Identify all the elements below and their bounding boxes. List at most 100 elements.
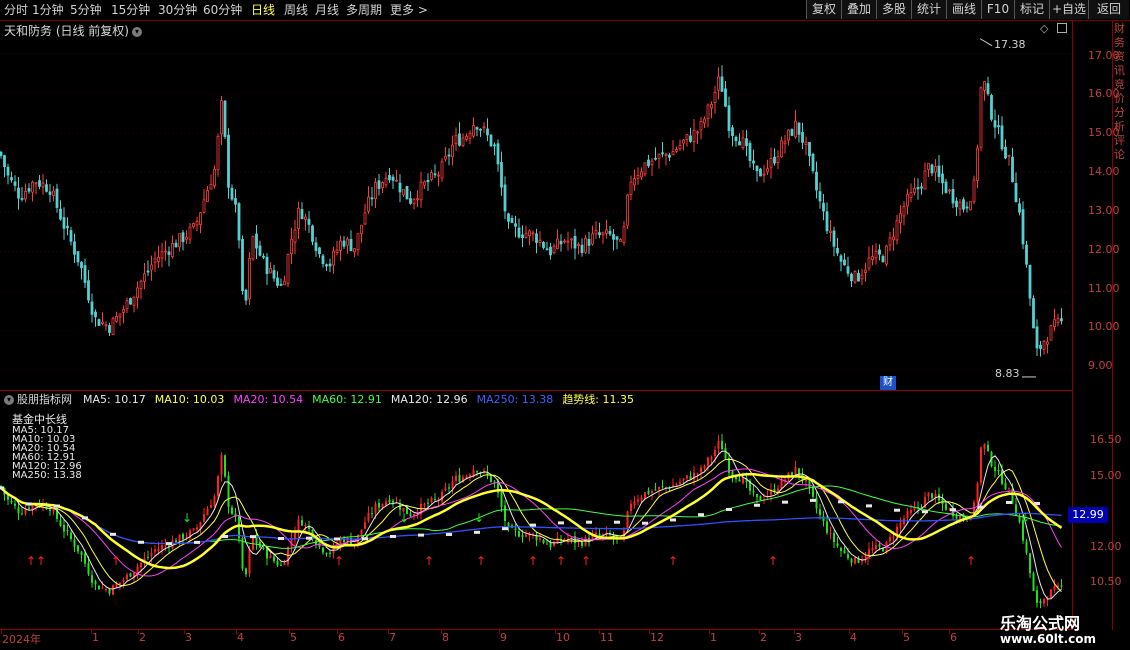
indicator-candle-body — [735, 476, 737, 479]
candle-body — [286, 254, 290, 284]
candle-body — [510, 218, 514, 223]
ma120-segment — [922, 510, 928, 514]
indicator-value-3: MA60: 12.91 — [312, 393, 382, 406]
high-price-label: 17.38 — [994, 38, 1026, 51]
candle-body — [874, 251, 878, 259]
indicator-candle-body — [889, 537, 891, 542]
chevron-down-icon[interactable]: ▾ — [4, 395, 14, 405]
finance-report-icon[interactable]: 财 — [880, 376, 896, 390]
candle-body — [748, 143, 752, 161]
candle-body — [682, 139, 685, 144]
indicator-candle-body — [651, 491, 653, 494]
date-label: 7 — [389, 631, 396, 644]
candle-body — [419, 181, 423, 201]
indicator-candle-body — [738, 479, 741, 482]
candle-body — [608, 230, 612, 235]
date-tick — [184, 629, 185, 634]
ma120-segment — [502, 527, 508, 531]
indicator-candle-body — [1025, 541, 1028, 553]
candle-body — [531, 232, 535, 235]
indicator-candle-body — [875, 545, 877, 549]
candle-body — [517, 227, 521, 238]
date-label: 12 — [650, 631, 664, 644]
candle-body — [402, 188, 405, 196]
indicator-name[interactable]: 股朋指标网 — [17, 393, 72, 406]
date-label: 2 — [760, 631, 767, 644]
buy-signal-arrow: ↑ — [36, 554, 46, 568]
candle-body — [594, 230, 598, 235]
candle-body — [902, 206, 906, 217]
candle-body — [878, 249, 881, 255]
ma120-segment — [586, 520, 592, 524]
indicator-candle-body — [987, 444, 989, 451]
candle-body — [318, 247, 321, 255]
right-info-strip[interactable]: 财务资讯竞价分析评论 — [1114, 22, 1130, 627]
candle-body — [930, 164, 934, 174]
indicator-candle-body — [637, 499, 639, 502]
ma120-segment — [558, 521, 564, 525]
candle-body — [801, 132, 804, 143]
candle-body — [909, 192, 913, 198]
candle-body — [132, 296, 136, 306]
back-button[interactable]: 返回 — [1088, 0, 1129, 19]
indicator-candle-body — [21, 513, 23, 515]
candle-body — [647, 159, 650, 167]
candle-body — [899, 213, 902, 223]
indicator-candle-body — [196, 527, 198, 530]
candle-body — [888, 237, 892, 246]
candle-body — [164, 250, 167, 253]
candle-body — [1004, 146, 1007, 159]
candle-body — [923, 170, 927, 190]
candle-body — [90, 301, 94, 315]
candle-body — [521, 234, 524, 239]
ma120-segment — [670, 518, 676, 522]
indicator-candle-body — [150, 553, 153, 557]
candle-body — [794, 120, 797, 138]
candle-body — [244, 289, 248, 301]
indicator-candle-body — [231, 507, 233, 514]
date-label: 1 — [92, 631, 99, 644]
candle-body — [465, 135, 468, 140]
candle-body — [38, 180, 41, 187]
candle-body — [304, 216, 307, 220]
candle-body — [188, 226, 192, 240]
candle-body — [195, 221, 199, 226]
candle-body — [423, 181, 426, 186]
indicator-candle-body — [630, 503, 632, 512]
indicator-candle-body — [325, 553, 328, 555]
indicator-candle-body — [518, 531, 520, 537]
candle-body — [934, 166, 937, 173]
candle-body — [815, 171, 818, 191]
candle-body — [591, 233, 594, 245]
date-tick — [849, 629, 850, 634]
indicator-candle-body — [304, 524, 307, 526]
candle-body — [860, 274, 864, 280]
candle-body — [797, 122, 801, 135]
candle-body — [290, 238, 293, 254]
candle-body — [783, 141, 787, 145]
indicator-candle-body — [983, 443, 986, 449]
candle-body — [223, 100, 227, 137]
indicator-candle-body — [504, 505, 506, 521]
candle-body — [822, 202, 825, 212]
ma120-segment — [0, 486, 4, 490]
candle-body — [384, 177, 388, 186]
indicator-candle-body — [136, 566, 139, 573]
candle-body — [787, 129, 790, 141]
ma120-segment — [194, 540, 200, 544]
indicator-candle-body — [595, 532, 597, 535]
candle-body — [853, 271, 857, 283]
candle-body — [1039, 344, 1042, 349]
candle-body — [542, 242, 545, 248]
candle-body — [601, 232, 605, 235]
candlestick-chart[interactable]: ↑ ↑ ↑ ↑ ↑ ↑ ↑ ↑ ↑ ↑ ↑ ↑ ↑↓ ↓ ↓ ↓ — [0, 0, 1072, 630]
candle-body — [759, 168, 762, 177]
candle-body — [157, 257, 160, 262]
ma120-segment — [530, 523, 536, 527]
candle-body — [839, 255, 843, 262]
candle-body — [769, 158, 773, 168]
ma120-segment — [838, 500, 844, 504]
indicator-candle-body — [157, 548, 160, 552]
indicator-candle-body — [66, 530, 69, 532]
candle-body — [675, 149, 678, 152]
